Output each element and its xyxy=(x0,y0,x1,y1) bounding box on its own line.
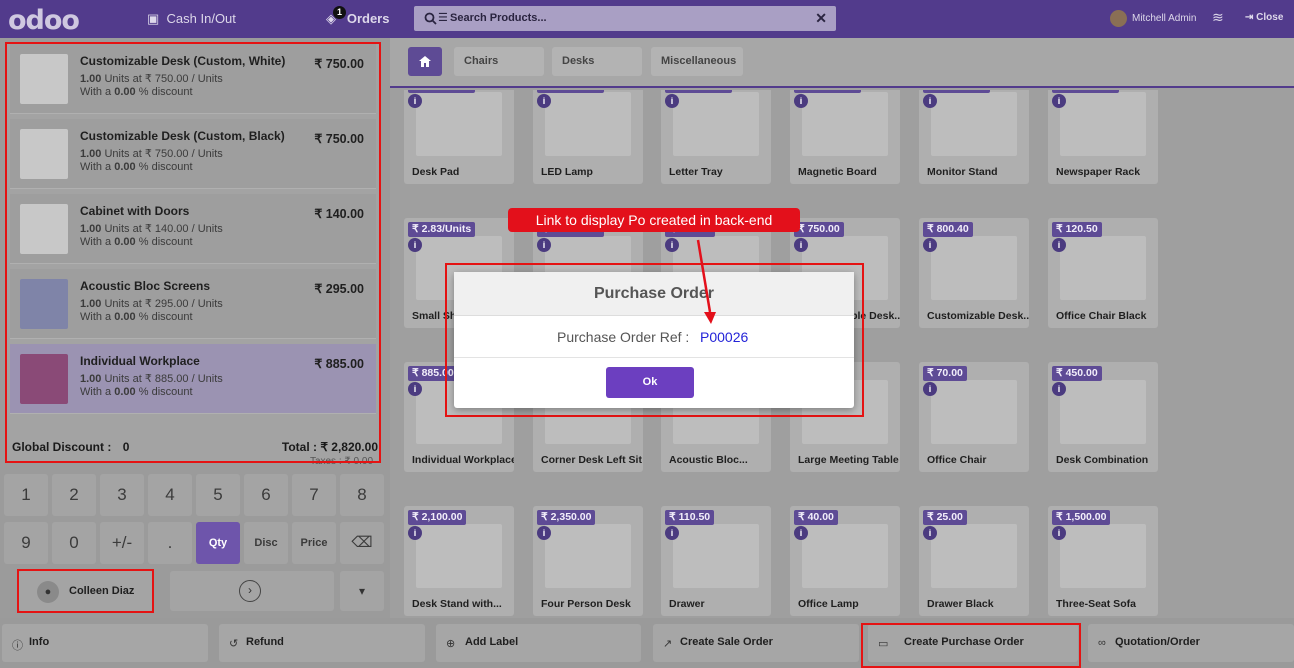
annotation-callout: Link to display Po created in back-end xyxy=(508,208,800,232)
pos-screen: odoo ▣ Cash In/Out ◈ Orders 1 ☰ Search P… xyxy=(0,0,1294,668)
annotation-arrow xyxy=(696,239,716,324)
